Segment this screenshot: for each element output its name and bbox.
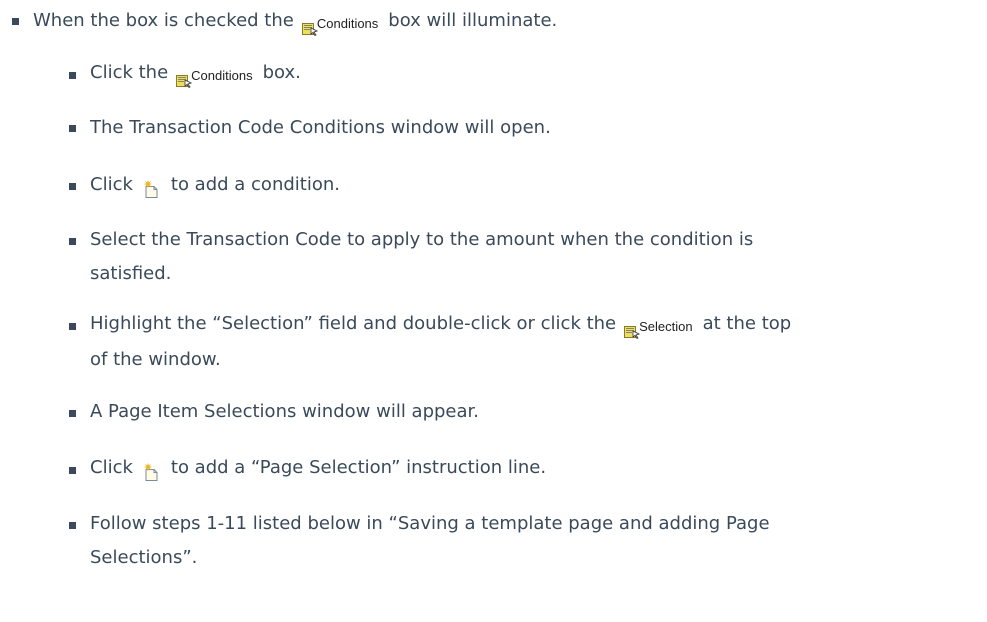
conditions-button-icon: [301, 18, 318, 36]
step-intro: When the box is checked the Conditions b…: [33, 8, 558, 37]
new-item-icon[interactable]: [143, 180, 159, 198]
new-item-icon[interactable]: [143, 463, 159, 481]
step-text: to add a “Page Selection” instruction li…: [170, 457, 547, 478]
bullet: [12, 18, 19, 25]
step-add-page-selection: Click to add a “Page Selection” instruct…: [90, 455, 546, 481]
bullet: [69, 323, 76, 330]
step-text: The Transaction Code Conditions window w…: [90, 117, 551, 138]
conditions-label: Conditions: [316, 16, 379, 31]
step-text: at the top: [702, 313, 792, 334]
step-page-item-window: A Page Item Selections window will appea…: [90, 399, 479, 425]
document-page: { "steps": [ {"parts": ["When the box is…: [0, 0, 987, 622]
step-text: box will illuminate.: [388, 10, 558, 31]
step-text: Click: [90, 174, 133, 195]
step-text: Click: [90, 457, 133, 478]
step-text: When the box is checked the: [33, 10, 294, 31]
step-text: Click the: [90, 62, 169, 83]
step-select-code: Select the Transaction Code to apply to …: [90, 227, 753, 253]
step-highlight-selection-cont: of the window.: [90, 347, 221, 373]
selection-button[interactable]: Selection: [624, 314, 693, 340]
step-highlight-selection: Highlight the “Selection” field and doub…: [90, 311, 792, 340]
bullet: [69, 183, 76, 190]
step-follow-steps-cont: Selections”.: [90, 545, 197, 571]
step-text: to add a condition.: [170, 174, 340, 195]
conditions-label: Conditions: [191, 68, 253, 83]
selection-button-icon: [624, 321, 641, 339]
step-window-opens: The Transaction Code Conditions window w…: [90, 115, 551, 141]
bullet: [69, 238, 76, 245]
step-select-code-cont: satisfied.: [90, 261, 171, 287]
step-click-conditions: Click the Conditions box.: [90, 60, 301, 89]
conditions-button-icon: [176, 70, 193, 88]
step-text: Highlight the “Selection” field and doub…: [90, 313, 617, 334]
step-text: Selections”.: [90, 547, 198, 568]
conditions-button[interactable]: Conditions: [176, 63, 253, 89]
step-text: of the window.: [90, 349, 221, 370]
bullet: [69, 522, 76, 529]
bullet: [69, 125, 76, 132]
conditions-button[interactable]: Conditions: [301, 11, 379, 37]
step-text: A Page Item Selections window will appea…: [90, 401, 479, 422]
bullet: [69, 467, 76, 474]
step-text: satisfied.: [90, 263, 172, 284]
step-text: Follow steps 1-11 listed below in “Savin…: [90, 513, 770, 534]
step-add-condition: Click to add a condition.: [90, 172, 340, 198]
selection-label: Selection: [639, 319, 693, 334]
step-text: Select the Transaction Code to apply to …: [90, 229, 754, 250]
step-text: box.: [262, 62, 301, 83]
bullet: [69, 410, 76, 417]
bullet: [69, 72, 76, 79]
step-follow-steps: Follow steps 1-11 listed below in “Savin…: [90, 511, 770, 537]
